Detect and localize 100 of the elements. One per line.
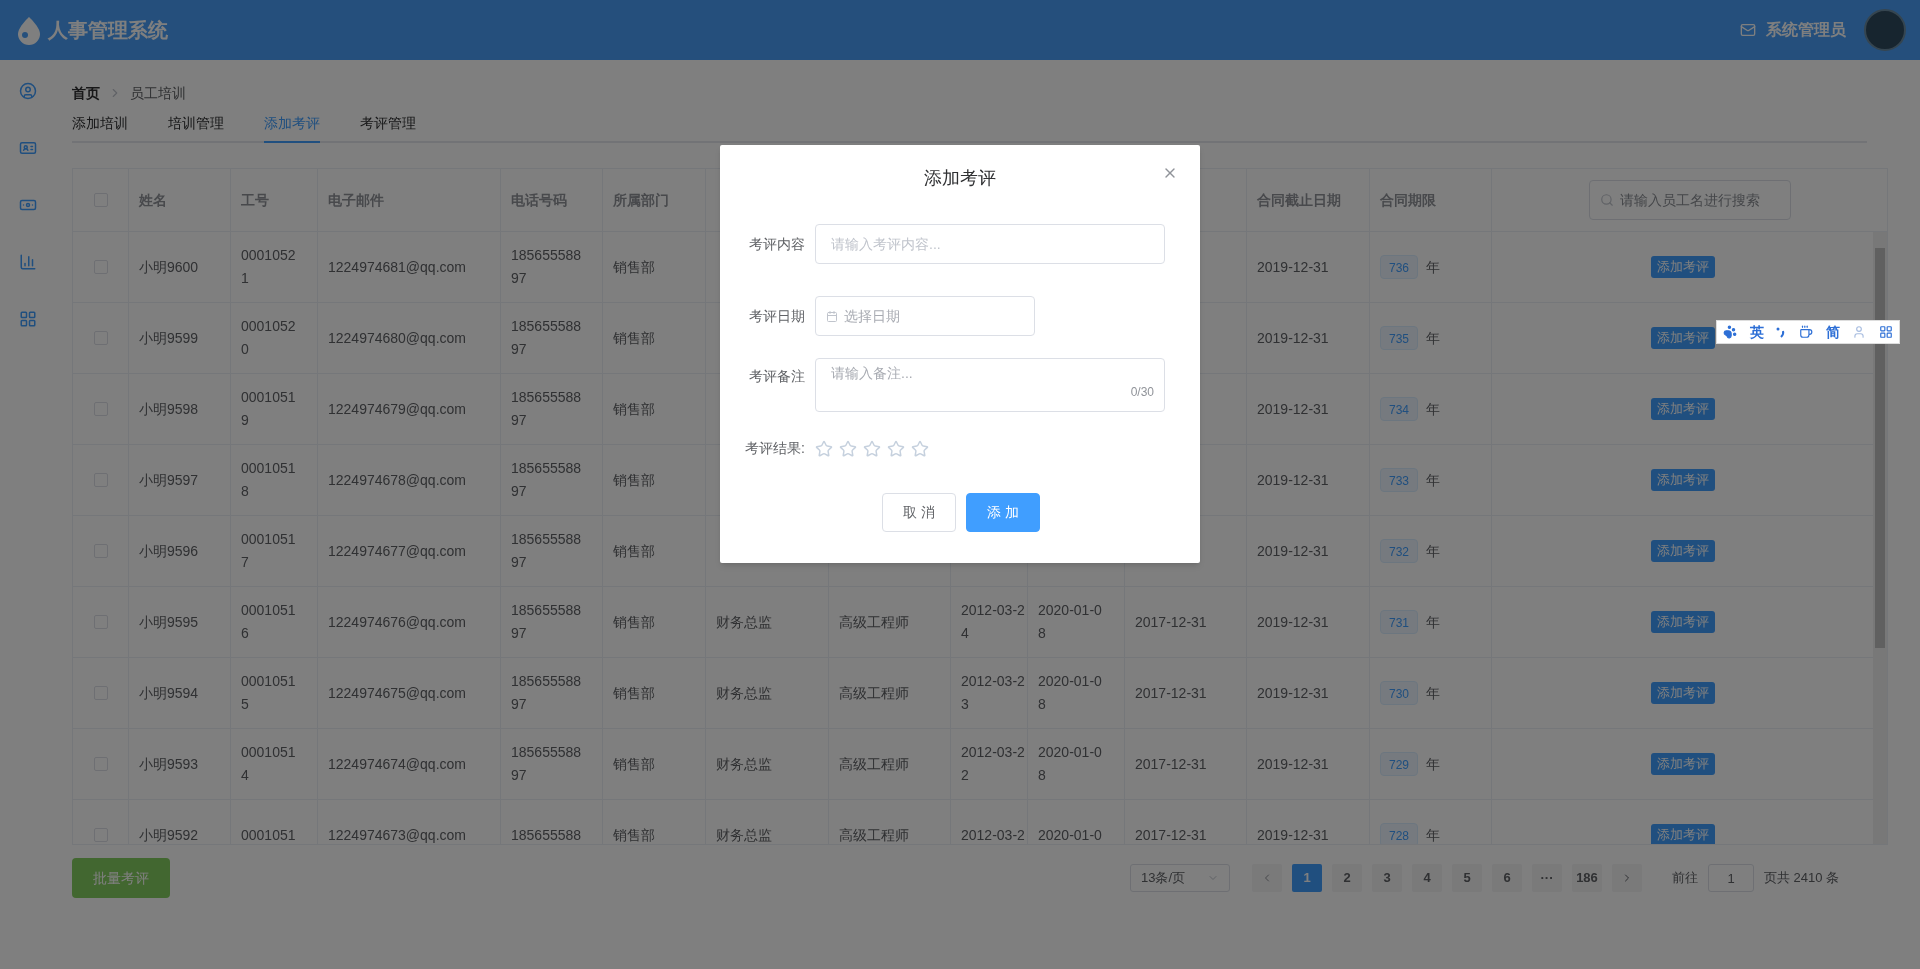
search-input[interactable]: 请输入员工名进行搜索 — [1619, 189, 1780, 211]
bar-chart-icon[interactable] — [19, 253, 37, 271]
previous-page-button[interactable] — [1252, 864, 1282, 892]
cancel-button[interactable]: 取 消 — [882, 493, 956, 532]
table-cell-text: 高级工程师 — [839, 754, 909, 774]
user-name[interactable]: 系统管理员 — [1766, 18, 1846, 42]
table-cell-text: 2019-12-31 — [1257, 754, 1329, 774]
table-cell-text: 年 — [1426, 328, 1441, 348]
table-cell-text: 销售部 — [613, 399, 655, 419]
table-cell-text: 2017-12-31 — [1135, 683, 1207, 703]
field-label: 考评结果: — [744, 439, 806, 458]
table-cell-text: 财务总监 — [716, 754, 772, 774]
search-icon — [1599, 193, 1614, 207]
page-button[interactable]: ··· — [1532, 864, 1562, 892]
page-button[interactable]: 3 — [1372, 864, 1402, 892]
table-cell-text: 2017-12-31 — [1135, 754, 1207, 774]
table-cell-text: 销售部 — [613, 328, 655, 348]
star-icon[interactable] — [815, 439, 833, 458]
table-cell-text: 销售部 — [613, 683, 655, 703]
table-cell-text: 18565558897 — [511, 601, 583, 643]
add-review-button[interactable]: 添加考评 — [1650, 469, 1715, 491]
user-icon[interactable] — [19, 82, 37, 100]
page-size-select[interactable]: 13条/页 — [1130, 864, 1230, 892]
cup-icon[interactable] — [1798, 325, 1813, 339]
avatar[interactable] — [1864, 9, 1906, 51]
table-cell-text: 1224974674@qq.com — [328, 754, 466, 774]
star-icon[interactable] — [911, 439, 929, 458]
table-cell-text: 2019-12-31 — [1257, 399, 1329, 419]
page-button[interactable]: 5 — [1452, 864, 1482, 892]
table-cell-text: 2012-03-22 — [961, 743, 1026, 785]
add-review-button[interactable]: 添加考评 — [1650, 256, 1715, 278]
table-cell-text: 1224974676@qq.com — [328, 612, 466, 632]
table-cell-text: 00010516 — [241, 601, 297, 643]
tab[interactable]: 考评管理 — [360, 106, 416, 143]
page-button[interactable]: 6 — [1492, 864, 1522, 892]
tab[interactable]: 培训管理 — [168, 106, 224, 143]
add-review-button[interactable]: 添加考评 — [1650, 398, 1715, 420]
table-cell-text: 小明9593 — [139, 754, 199, 774]
tab[interactable]: 添加培训 — [72, 106, 128, 143]
star-icon[interactable] — [887, 439, 905, 458]
table-cell-text: 2017-12-31 — [1135, 612, 1207, 632]
id-card-icon[interactable] — [19, 139, 37, 157]
scrollbar[interactable] — [1873, 232, 1887, 844]
table-cell-text: 年 — [1426, 754, 1441, 774]
page-button[interactable]: 4 — [1412, 864, 1442, 892]
mail-icon[interactable] — [1740, 22, 1756, 38]
field-label: 考评内容 — [748, 234, 806, 254]
term-tag: 731 — [1380, 610, 1419, 634]
table-cell-text: 0001051 — [241, 825, 297, 844]
table-cell-text: 年 — [1426, 257, 1441, 277]
add-review-button[interactable]: 添加考评 — [1650, 753, 1715, 775]
add-review-button[interactable]: 添加考评 — [1650, 611, 1715, 633]
add-review-button[interactable]: 添加考评 — [1650, 824, 1715, 844]
table-cell-text: 1224974673@qq.com — [328, 825, 466, 844]
page-input[interactable]: 1 — [1708, 864, 1754, 892]
goto-label: 前往 — [1672, 869, 1698, 888]
tab[interactable]: 添加考评 — [264, 106, 320, 143]
page-button[interactable]: 186 — [1572, 864, 1602, 892]
add-review-button[interactable]: 添加考评 — [1650, 327, 1715, 349]
table-cell-text: 小明9600 — [139, 257, 199, 277]
add-review-button[interactable]: 添加考评 — [1650, 682, 1715, 704]
table-cell-text: 高级工程师 — [839, 825, 909, 844]
table-cell-text: 18565558897 — [511, 530, 583, 572]
next-page-button[interactable] — [1612, 864, 1642, 892]
star-rating[interactable] — [815, 439, 929, 458]
table-cell-text: 2020-01-0 — [1038, 825, 1103, 844]
table-cell-text: 年 — [1426, 470, 1441, 490]
app-title: 人事管理系统 — [48, 18, 168, 43]
table-cell-text: 1224974679@qq.com — [328, 399, 466, 419]
date-field[interactable]: 选择日期 — [815, 296, 1035, 336]
add-button[interactable]: 添 加 — [966, 493, 1040, 532]
input-field[interactable]: 请输入考评内容... — [815, 224, 1165, 264]
table-cell-text: 00010520 — [241, 317, 297, 359]
table-cell-text: 年 — [1426, 399, 1441, 419]
table-cell-text: 2019-12-31 — [1257, 612, 1329, 632]
batch-review-button[interactable]: 批量考评 — [72, 858, 170, 898]
ime-script[interactable]: 简 — [1825, 321, 1840, 343]
table-cell-text: 2017-12-31 — [1135, 825, 1207, 844]
star-icon[interactable] — [863, 439, 881, 458]
grid-icon[interactable] — [1878, 325, 1893, 339]
breadcrumb-item[interactable]: 首页 — [72, 82, 100, 104]
page-button[interactable]: 2 — [1332, 864, 1362, 892]
punctuation-icon[interactable] — [1776, 326, 1787, 338]
table-cell-text: 销售部 — [613, 541, 655, 561]
total-label: 页共 2410 条 — [1764, 869, 1840, 888]
search-field[interactable]: 请输入员工名进行搜索 — [1588, 180, 1791, 220]
page-button[interactable]: 1 — [1292, 864, 1322, 892]
table-cell-text: 销售部 — [613, 612, 655, 632]
star-icon[interactable] — [839, 439, 857, 458]
table-cell-text: 2012-03-23 — [961, 672, 1026, 714]
add-review-button[interactable]: 添加考评 — [1650, 540, 1715, 562]
user-icon[interactable] — [1852, 325, 1867, 339]
ime-mode[interactable]: 英 — [1749, 321, 1764, 343]
grid-icon[interactable] — [19, 310, 37, 328]
table-cell-text: 财务总监 — [716, 612, 772, 632]
paw-icon[interactable] — [1723, 325, 1737, 339]
remark-field[interactable]: 请输入备注... 0/30 — [815, 358, 1165, 412]
table-cell-text: 2019-12-31 — [1257, 541, 1329, 561]
table-cell-text: 高级工程师 — [839, 683, 909, 703]
date-input[interactable]: 选择日期 — [844, 305, 1024, 327]
